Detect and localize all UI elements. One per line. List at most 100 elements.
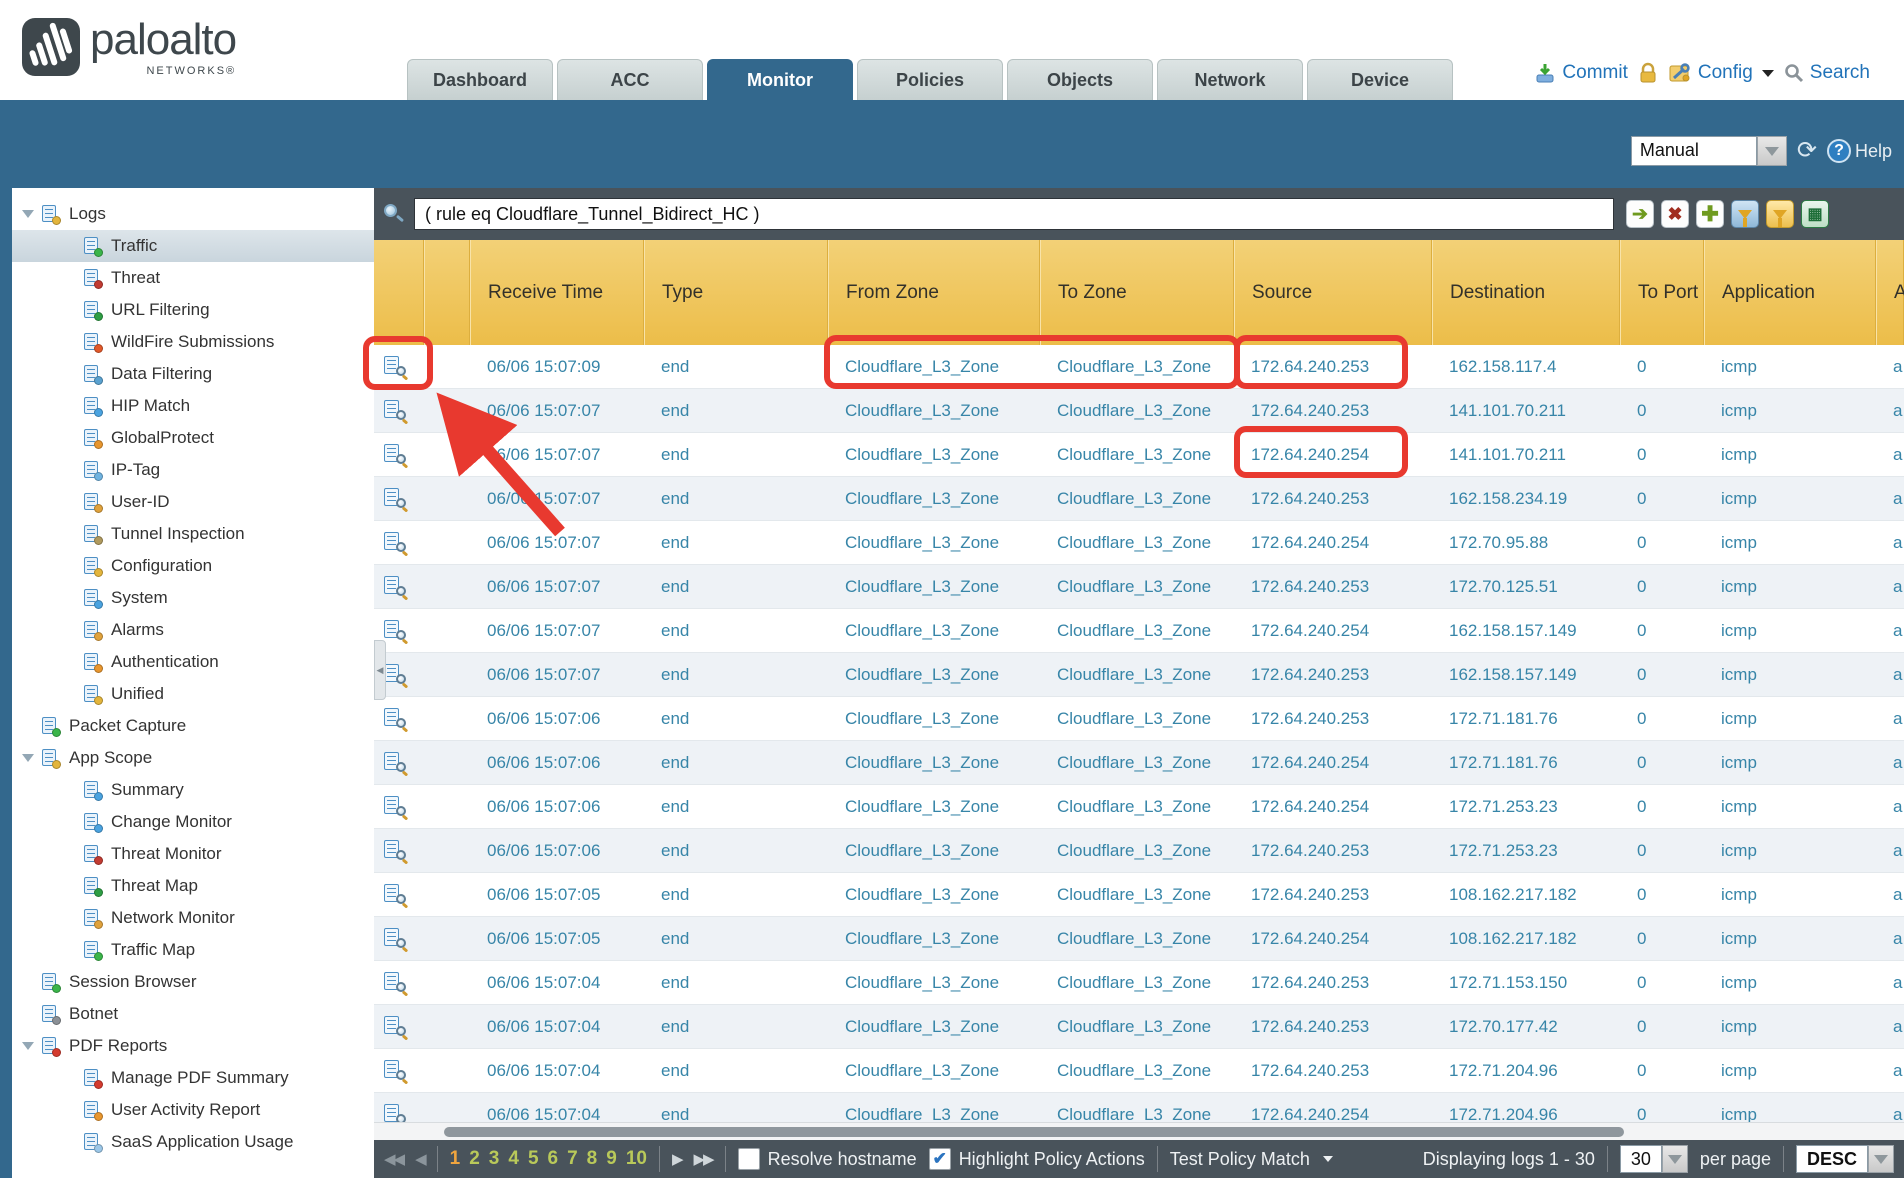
sidebar-item-saas-application-usage[interactable]: SaaS Application Usage [12,1126,374,1158]
sidebar-item-alarms[interactable]: Alarms [12,614,374,646]
log-detail-icon[interactable] [384,400,406,422]
sidebar-item-manage-pdf-summary[interactable]: Manage PDF Summary [12,1062,374,1094]
filter-builder-button[interactable] [1731,200,1759,228]
first-page-button[interactable]: ◀◀ [384,1150,403,1168]
log-detail-icon[interactable] [384,488,406,510]
column-to-zone[interactable]: To Zone [1040,240,1234,345]
sidebar-item-change-monitor[interactable]: Change Monitor [12,806,374,838]
load-filter-button[interactable] [1766,200,1794,228]
cell-source[interactable]: 172.64.240.254 [1234,917,1432,960]
cell-application[interactable]: icmp [1704,961,1876,1004]
page-number-9[interactable]: 9 [606,1148,617,1170]
cell-to_zone[interactable]: Cloudflare_L3_Zone [1040,1049,1234,1092]
column-action[interactable]: A [1876,240,1904,345]
log-detail-icon[interactable] [384,576,406,598]
cell-source[interactable]: 172.64.240.253 [1234,961,1432,1004]
sidebar-item-botnet[interactable]: Botnet [12,998,374,1030]
cell-source[interactable]: 172.64.240.253 [1234,1049,1432,1092]
cell-to_zone[interactable]: Cloudflare_L3_Zone [1040,345,1234,388]
cell-application[interactable]: icmp [1704,741,1876,784]
table-row[interactable]: 06/06 15:07:07 end Cloudflare_L3_Zone Cl… [374,565,1904,609]
cell-to_zone[interactable]: Cloudflare_L3_Zone [1040,433,1234,476]
column-to-port[interactable]: To Port [1620,240,1704,345]
table-row[interactable]: 06/06 15:07:06 end Cloudflare_L3_Zone Cl… [374,785,1904,829]
per-page-caret[interactable] [1662,1145,1688,1173]
cell-application[interactable]: icmp [1704,433,1876,476]
cell-from_zone[interactable]: Cloudflare_L3_Zone [828,521,1040,564]
expand-arrow-icon[interactable] [22,754,34,762]
cell-source[interactable]: 172.64.240.253 [1234,565,1432,608]
cell-destination[interactable]: 162.158.157.149 [1432,653,1620,696]
sidebar-item-traffic[interactable]: Traffic [12,230,374,262]
sidebar-item-ip-tag[interactable]: IP-Tag [12,454,374,486]
log-detail-icon[interactable] [384,356,406,378]
sidebar-item-app-scope[interactable]: App Scope [12,742,374,774]
cell-to_zone[interactable]: Cloudflare_L3_Zone [1040,609,1234,652]
cell-destination[interactable]: 172.71.253.23 [1432,785,1620,828]
config-button[interactable]: Config [1668,62,1774,84]
cell-destination[interactable]: 172.71.204.96 [1432,1049,1620,1092]
test-policy-match-dropdown[interactable]: Test Policy Match [1170,1149,1333,1170]
table-row[interactable]: 06/06 15:07:07 end Cloudflare_L3_Zone Cl… [374,433,1904,477]
tab-device[interactable]: Device [1307,59,1453,100]
cell-destination[interactable]: 172.70.125.51 [1432,565,1620,608]
cell-destination[interactable]: 172.70.177.42 [1432,1005,1620,1048]
sidebar-item-session-browser[interactable]: Session Browser [12,966,374,998]
cell-application[interactable]: icmp [1704,477,1876,520]
cell-destination[interactable]: 162.158.234.19 [1432,477,1620,520]
page-number-8[interactable]: 8 [587,1148,598,1170]
column-application[interactable]: Application [1704,240,1876,345]
sidebar-item-traffic-map[interactable]: Traffic Map [12,934,374,966]
sidebar-item-data-filtering[interactable]: Data Filtering [12,358,374,390]
page-number-2[interactable]: 2 [469,1148,480,1170]
table-row[interactable]: 06/06 15:07:06 end Cloudflare_L3_Zone Cl… [374,741,1904,785]
column-from-zone[interactable]: From Zone [828,240,1040,345]
prev-page-button[interactable]: ◀ [415,1150,425,1168]
cell-to_zone[interactable]: Cloudflare_L3_Zone [1040,521,1234,564]
table-row[interactable]: 06/06 15:07:07 end Cloudflare_L3_Zone Cl… [374,653,1904,697]
cell-source[interactable]: 172.64.240.253 [1234,389,1432,432]
log-detail-icon[interactable] [384,796,406,818]
cell-application[interactable]: icmp [1704,521,1876,564]
cell-source[interactable]: 172.64.240.254 [1234,521,1432,564]
cell-source[interactable]: 172.64.240.253 [1234,477,1432,520]
refresh-icon[interactable]: ⟳ [1797,139,1817,163]
cell-to_zone[interactable]: Cloudflare_L3_Zone [1040,389,1234,432]
cell-application[interactable]: icmp [1704,345,1876,388]
search-button[interactable]: Search [1784,62,1870,84]
add-filter-button[interactable]: ✚ [1696,200,1724,228]
table-row[interactable]: 06/06 15:07:07 end Cloudflare_L3_Zone Cl… [374,389,1904,433]
sidebar-item-network-monitor[interactable]: Network Monitor [12,902,374,934]
log-detail-icon[interactable] [384,664,406,686]
help-label[interactable]: Help [1855,141,1892,162]
cell-from_zone[interactable]: Cloudflare_L3_Zone [828,741,1040,784]
cell-from_zone[interactable]: Cloudflare_L3_Zone [828,961,1040,1004]
cell-destination[interactable]: 172.71.253.23 [1432,829,1620,872]
cell-source[interactable]: 172.64.240.254 [1234,433,1432,476]
cell-application[interactable]: icmp [1704,873,1876,916]
log-detail-icon[interactable] [384,620,406,642]
cell-to_zone[interactable]: Cloudflare_L3_Zone [1040,873,1234,916]
cell-source[interactable]: 172.64.240.253 [1234,653,1432,696]
cell-from_zone[interactable]: Cloudflare_L3_Zone [828,653,1040,696]
sidebar-item-threat-map[interactable]: Threat Map [12,870,374,902]
cell-destination[interactable]: 172.70.95.88 [1432,521,1620,564]
log-detail-icon[interactable] [384,972,406,994]
cell-application[interactable]: icmp [1704,1093,1876,1122]
cell-source[interactable]: 172.64.240.254 [1234,785,1432,828]
tab-objects[interactable]: Objects [1007,59,1153,100]
sidebar-item-tunnel-inspection[interactable]: Tunnel Inspection [12,518,374,550]
sidebar-item-threat-monitor[interactable]: Threat Monitor [12,838,374,870]
cell-destination[interactable]: 108.162.217.182 [1432,917,1620,960]
log-detail-icon[interactable] [384,884,406,906]
table-row[interactable]: 06/06 15:07:04 end Cloudflare_L3_Zone Cl… [374,1049,1904,1093]
tab-monitor[interactable]: Monitor [707,59,853,100]
cell-destination[interactable]: 162.158.117.4 [1432,345,1620,388]
cell-to_zone[interactable]: Cloudflare_L3_Zone [1040,961,1234,1004]
log-detail-icon[interactable] [384,708,406,730]
cell-destination[interactable]: 172.71.153.150 [1432,961,1620,1004]
log-detail-icon[interactable] [384,444,406,466]
sidebar-item-globalprotect[interactable]: GlobalProtect [12,422,374,454]
sidebar-item-threat[interactable]: Threat [12,262,374,294]
page-number-3[interactable]: 3 [489,1148,500,1170]
